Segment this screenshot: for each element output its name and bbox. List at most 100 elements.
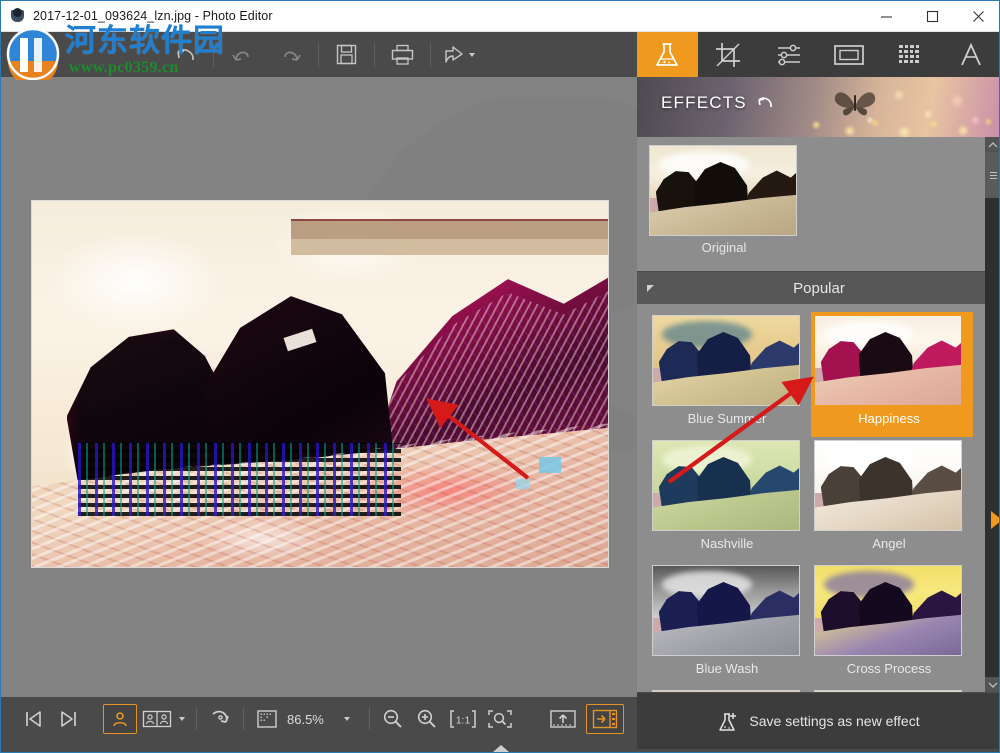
effects-scroll-region[interactable]: Original Popular Blue Summer Happiness Nas…	[637, 137, 999, 692]
effect-thumbnail[interactable]	[814, 440, 962, 531]
crop-icon	[716, 42, 740, 67]
orange-panel-pointer-icon	[991, 511, 999, 529]
toolbar-separator	[368, 708, 370, 730]
scroll-up-button[interactable]	[985, 137, 999, 152]
close-icon[interactable]	[955, 1, 999, 32]
right-panel: EFFECTS Original Popular Blue Summer Hap…	[637, 32, 999, 749]
effect-label: Angel	[872, 536, 906, 551]
chevron-down-icon[interactable]	[179, 717, 185, 721]
scroll-down-button[interactable]	[985, 677, 999, 692]
toggle-side-panel-button[interactable]	[585, 704, 624, 734]
tab-crop[interactable]	[698, 32, 759, 77]
toolbar-separator	[196, 708, 197, 730]
effect-cell[interactable]: Cross Process	[811, 562, 973, 687]
title-bar: 2017-12-01_093624_lzn.jpg - Photo Editor	[1, 1, 999, 32]
effect-cell[interactable]: Angel	[811, 437, 973, 562]
original-effect-block[interactable]: Original	[637, 137, 999, 271]
revert-to-original-button[interactable]	[161, 32, 210, 77]
single-view-button[interactable]	[103, 704, 137, 734]
butterfly-icon	[834, 92, 876, 116]
effect-cell[interactable]: Happiness	[811, 312, 973, 437]
chevron-down-icon[interactable]	[343, 717, 350, 721]
toolbar-separator	[374, 42, 375, 67]
effect-cell[interactable]	[649, 687, 811, 692]
category-header-popular[interactable]: Popular	[637, 271, 999, 304]
effect-cell[interactable]: Blue Summer	[649, 312, 811, 437]
svg-text:1:1: 1:1	[456, 715, 471, 727]
effects-banner: EFFECTS	[637, 77, 999, 137]
effect-cell[interactable]	[811, 687, 973, 692]
previous-image-button[interactable]	[17, 704, 51, 734]
bottom-toolbar: 86.5% 1:1	[1, 697, 637, 741]
effect-thumbnail[interactable]	[652, 315, 800, 406]
original-label: Original	[701, 240, 747, 255]
window-title: 2017-12-01_093624_lzn.jpg - Photo Editor	[33, 9, 273, 23]
effects-scrollbar[interactable]	[985, 137, 999, 692]
maximize-icon[interactable]	[909, 1, 955, 32]
actual-size-button[interactable]: 1:1	[444, 704, 482, 734]
minimize-icon[interactable]	[863, 1, 909, 32]
zoom-level-dropdown[interactable]	[329, 704, 363, 734]
tab-textures[interactable]	[880, 32, 941, 77]
photo-editor-icon	[10, 8, 26, 24]
effect-label: Blue Summer	[687, 411, 767, 426]
toolbar-separator	[213, 42, 214, 67]
photo-editor-window: 2017-12-01_093624_lzn.jpg - Photo Editor	[0, 0, 1000, 753]
effect-thumbnail[interactable]	[652, 565, 800, 656]
tab-text[interactable]	[940, 32, 999, 77]
undo-button[interactable]	[217, 32, 266, 77]
effects-grid: Blue Summer Happiness Nashville Angel Blue W…	[637, 304, 999, 692]
category-label: Popular	[793, 279, 845, 297]
window-controls	[863, 1, 999, 32]
tab-effects[interactable]	[637, 32, 698, 77]
effect-thumbnail[interactable]	[652, 690, 800, 692]
collapse-up-triangle-icon	[493, 745, 509, 752]
image-canvas-area[interactable]	[1, 77, 637, 697]
effect-label: Happiness	[858, 411, 920, 426]
reset-arrow-icon[interactable]	[756, 94, 775, 113]
next-image-button[interactable]	[51, 704, 85, 734]
zoom-out-button[interactable]	[376, 704, 410, 734]
effect-cell[interactable]: Nashville	[649, 437, 811, 562]
texture-grid-icon	[899, 44, 920, 63]
tab-adjust[interactable]	[758, 32, 819, 77]
share-button[interactable]	[434, 32, 483, 77]
toolbar-separator	[430, 42, 431, 67]
text-a-icon	[960, 42, 981, 65]
panel-tab-bar	[637, 32, 999, 77]
rotate-button[interactable]	[203, 704, 237, 734]
toolbar-separator	[318, 42, 319, 67]
effects-header: EFFECTS	[661, 93, 775, 113]
effect-thumbnail[interactable]	[814, 690, 962, 692]
zoom-in-button[interactable]	[410, 704, 444, 734]
scroll-grip-icon	[989, 171, 997, 179]
export-image-button[interactable]	[544, 704, 582, 734]
collapse-triangle-icon[interactable]	[647, 284, 654, 292]
frame-icon	[834, 44, 865, 65]
effect-thumbnail[interactable]	[652, 440, 800, 531]
toolbar-separator	[243, 708, 244, 730]
edited-photo[interactable]	[31, 200, 609, 568]
flask-icon	[656, 42, 679, 66]
save-settings-label: Save settings as new effect	[749, 713, 920, 729]
save-settings-button[interactable]: Save settings as new effect	[637, 692, 999, 749]
chevron-down-icon	[468, 52, 475, 57]
scrollbar-thumb[interactable]	[985, 152, 999, 198]
redo-button[interactable]	[266, 32, 315, 77]
original-thumbnail[interactable]	[649, 145, 797, 236]
save-button[interactable]	[322, 32, 371, 77]
flask-plus-icon	[719, 712, 737, 731]
effects-title: EFFECTS	[661, 93, 747, 112]
sliders-icon	[777, 44, 800, 65]
effect-cell[interactable]: Blue Wash	[649, 562, 811, 687]
effect-label: Nashville	[700, 536, 754, 551]
tab-frames[interactable]	[819, 32, 880, 77]
compare-view-button[interactable]	[137, 704, 190, 734]
effect-label: Blue Wash	[695, 661, 759, 676]
effect-thumbnail[interactable]	[814, 315, 962, 406]
effect-thumbnail[interactable]	[814, 565, 962, 656]
top-toolbar	[1, 32, 637, 77]
banner-blossoms	[791, 101, 999, 137]
print-button[interactable]	[378, 32, 427, 77]
fit-to-window-button[interactable]	[482, 704, 518, 734]
